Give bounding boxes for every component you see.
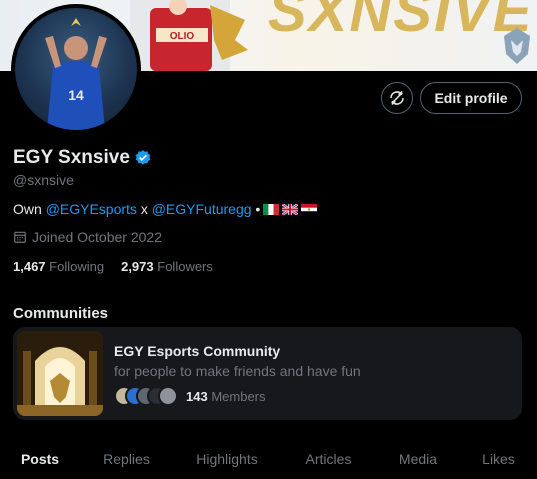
following-count: 1,467	[13, 259, 46, 274]
tab-replies[interactable]: Replies	[80, 438, 173, 479]
tab-articles[interactable]: Articles	[281, 438, 376, 479]
bio: Own @EGYEsports x @EGYFuturegg •	[13, 201, 318, 217]
svg-text:OLIO: OLIO	[170, 31, 195, 42]
joined-text: Joined October 2022	[32, 229, 162, 245]
bio-bullet: •	[255, 201, 261, 217]
tab-media[interactable]: Media	[376, 438, 460, 479]
bio-mention-egyfuturegg[interactable]: @EGYFuturegg	[152, 201, 252, 217]
community-description: for people to make friends and have fun	[114, 363, 361, 379]
avatar-player-image: 14	[45, 18, 107, 130]
tab-posts[interactable]: Posts	[0, 438, 80, 479]
svg-text:14: 14	[68, 87, 84, 103]
joined-date: Joined October 2022	[13, 229, 162, 245]
member-avatar	[158, 386, 178, 406]
avatar[interactable]: 14	[11, 4, 141, 134]
following-link[interactable]: 1,467 Following	[13, 259, 104, 274]
tab-likes[interactable]: Likes	[460, 438, 537, 479]
refresh-icon	[390, 91, 404, 105]
member-count-number: 143	[186, 389, 208, 404]
flag-uk-icon	[282, 203, 299, 215]
community-hall-image	[17, 331, 103, 416]
following-label: Following	[49, 259, 105, 274]
refresh-button[interactable]	[381, 82, 413, 114]
community-thumbnail	[17, 331, 103, 416]
member-avatars	[114, 386, 180, 406]
profile-tabs: Posts Replies Highlights Articles Media …	[0, 438, 537, 479]
calendar-icon	[14, 231, 26, 243]
communities-heading: Communities	[13, 305, 109, 322]
followers-label: Followers	[157, 259, 213, 274]
name-row: EGY Sxnsive	[13, 147, 152, 169]
bio-prefix: Own	[13, 201, 42, 217]
follow-stats: 1,467 Following 2,973 Followers	[13, 259, 213, 274]
bio-mention-egyesports[interactable]: @EGYEsports	[46, 201, 137, 217]
flag-italy-icon	[263, 203, 280, 215]
banner-title-text: SXNSIVE	[268, 0, 534, 44]
edit-profile-button[interactable]: Edit profile	[420, 82, 522, 114]
member-count-label: Members	[211, 389, 266, 404]
member-count: 143 Members	[186, 389, 266, 404]
team-logo-icon	[504, 28, 530, 64]
community-name[interactable]: EGY Esports Community	[114, 343, 280, 359]
tab-highlights[interactable]: Highlights	[173, 438, 281, 479]
followers-count: 2,973	[121, 259, 154, 274]
user-handle: @sxnsive	[13, 172, 74, 188]
community-card[interactable]: EGY Esports Community for people to make…	[13, 327, 522, 420]
bio-separator: x	[140, 201, 148, 217]
verified-badge-icon[interactable]	[134, 149, 152, 167]
flag-egypt-icon	[301, 203, 318, 215]
followers-link[interactable]: 2,973 Followers	[121, 259, 213, 274]
display-name: EGY Sxnsive	[13, 147, 130, 168]
